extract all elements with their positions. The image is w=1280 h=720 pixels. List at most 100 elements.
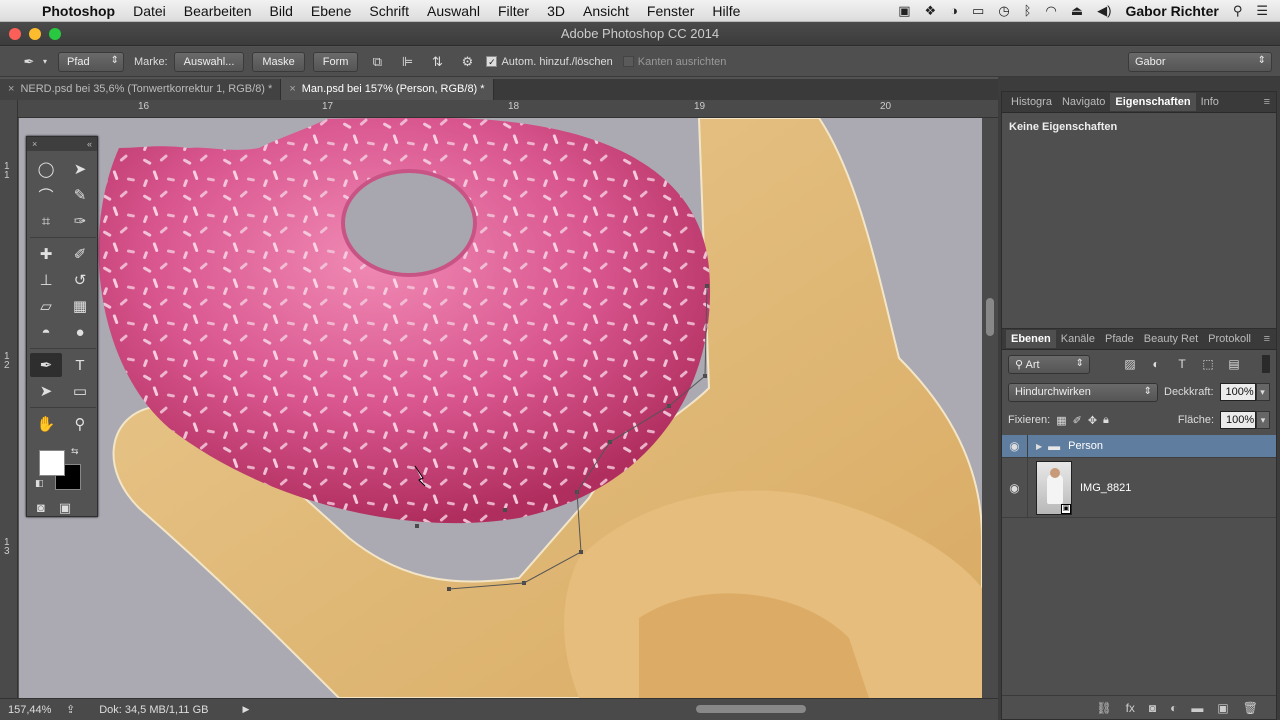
screen-mode-icon[interactable]: ▣ (59, 500, 71, 516)
smart-object-filter-icon[interactable]: ▤ (1224, 357, 1244, 371)
tab-info[interactable]: Info (1196, 93, 1224, 111)
menu-auswahl[interactable]: Auswahl (427, 3, 480, 19)
time-machine-icon[interactable]: ◷ (998, 3, 1009, 19)
eject-icon[interactable]: ⏏ (1071, 3, 1083, 19)
tab-navigator[interactable]: Navigato (1057, 93, 1110, 111)
tab-paths[interactable]: Pfade (1100, 330, 1139, 348)
adjustment-layer-icon[interactable]: ◐ (1170, 701, 1177, 715)
zoom-window-button[interactable] (49, 28, 61, 40)
path-selection-icon[interactable]: ➤ (30, 379, 62, 403)
scroll-thumb[interactable] (986, 298, 994, 336)
menu-hilfe[interactable]: Hilfe (712, 3, 740, 19)
blend-mode-select[interactable]: Hindurchwirken (1008, 382, 1158, 402)
close-icon[interactable]: × (32, 139, 37, 149)
image-canvas[interactable] (19, 118, 982, 698)
align-edges-checkbox[interactable] (622, 56, 634, 67)
spotlight-search-icon[interactable]: ⚲ (1233, 3, 1243, 19)
healing-brush-icon[interactable]: ✚ (30, 242, 62, 266)
close-window-button[interactable] (9, 28, 21, 40)
tab-layers[interactable]: Ebenen (1006, 330, 1056, 348)
hand-tool-icon[interactable]: ✋ (30, 412, 62, 436)
path-arrangement-icon[interactable]: ⇅ (426, 51, 448, 73)
gear-icon[interactable]: ⚙ (456, 51, 478, 73)
new-layer-icon[interactable]: ▣ (1217, 701, 1228, 715)
shape-button[interactable]: Form (312, 51, 359, 72)
collapse-icon[interactable]: « (87, 139, 92, 149)
airplay-icon[interactable]: ▭ (972, 3, 984, 19)
gradient-tool-icon[interactable]: ▦ (64, 294, 96, 318)
opacity-dropdown-icon[interactable]: ▾ (1255, 383, 1270, 401)
panel-menu-icon[interactable]: ≡ (1264, 96, 1276, 108)
horizontal-ruler[interactable]: 16 17 18 19 20 (18, 100, 998, 118)
tab-channels[interactable]: Kanäle (1056, 330, 1100, 348)
tab-histogram[interactable]: Histogra (1006, 93, 1057, 111)
vertical-ruler[interactable]: 1 1 1 2 1 3 (0, 100, 18, 698)
fill-dropdown-icon[interactable]: ▾ (1256, 411, 1270, 429)
layer-row-group[interactable]: ◉ ▶ ▬ Person (1002, 435, 1276, 458)
close-tab-icon[interactable]: × (8, 83, 14, 95)
eyedropper-icon[interactable]: ✑ (64, 209, 96, 233)
auto-add-delete-checkbox[interactable]: ✓ (486, 56, 498, 67)
tools-panel-header[interactable]: × « (27, 137, 97, 151)
swap-colors-icon[interactable]: ⇆ (71, 446, 79, 457)
wifi-icon[interactable]: ◠ (1045, 3, 1056, 19)
clone-stamp-icon[interactable]: ⊥ (30, 268, 62, 292)
quick-mask-icon[interactable]: ◙ (37, 500, 45, 516)
minimize-window-button[interactable] (29, 28, 41, 40)
layer-name[interactable]: IMG_8821 (1080, 482, 1131, 494)
close-tab-icon[interactable]: × (289, 83, 295, 95)
dropbox-icon[interactable]: ❖ (925, 3, 937, 19)
vertical-scrollbar[interactable] (982, 118, 998, 698)
menu-datei[interactable]: Datei (133, 3, 166, 19)
default-colors-icon[interactable]: ◧ (35, 478, 44, 489)
pixel-layer-filter-icon[interactable]: ▨ (1120, 357, 1140, 371)
notification-list-icon[interactable]: ☰ (1256, 3, 1268, 19)
link-layers-icon[interactable]: ⛓ (1096, 701, 1111, 715)
zoom-level[interactable]: 157,44% (0, 704, 58, 716)
brush-tool-icon[interactable]: ✐ (64, 242, 96, 266)
menu-bearbeiten[interactable]: Bearbeiten (184, 3, 252, 19)
zoom-tool-icon[interactable]: ⚲ (64, 412, 96, 436)
pen-tool-icon[interactable]: ✒ (30, 353, 62, 377)
lasso-tool-icon[interactable]: ⌒ (30, 183, 62, 207)
workspace-select[interactable]: Gabor (1128, 52, 1272, 72)
tab-beauty-retouch[interactable]: Beauty Ret (1139, 330, 1203, 348)
menu-schrift[interactable]: Schrift (369, 3, 409, 19)
lock-all-icon[interactable]: 🔒︎ (1103, 414, 1109, 427)
layer-name[interactable]: Person (1068, 440, 1103, 452)
move-tool-icon[interactable]: ➤ (64, 157, 96, 181)
menu-bild[interactable]: Bild (270, 3, 293, 19)
sync-icon[interactable]: ◑ (950, 3, 958, 18)
panel-menu-icon[interactable]: ≡ (1264, 333, 1276, 345)
dodge-tool-icon[interactable]: ● (64, 320, 96, 344)
volume-icon[interactable]: ◀) (1097, 3, 1111, 19)
opacity-input[interactable]: 100% (1219, 383, 1256, 401)
foreground-color-swatch[interactable] (39, 450, 65, 476)
pen-mode-select[interactable]: Pfad (58, 51, 124, 72)
user-name[interactable]: Gabor Richter (1125, 3, 1218, 19)
path-operations-icon[interactable]: ⧉ (366, 51, 388, 73)
visibility-eye-icon[interactable]: ◉ (1002, 458, 1028, 517)
status-menu-arrow-icon[interactable]: ▶ (242, 704, 249, 715)
blur-tool-icon[interactable]: ◓ (30, 320, 62, 344)
layer-filter-select[interactable]: ⚲ Art (1008, 354, 1090, 374)
add-mask-icon[interactable]: ◙ (1149, 701, 1156, 715)
crop-tool-icon[interactable]: ⌗ (30, 209, 62, 233)
mask-button[interactable]: Maske (252, 51, 305, 72)
mail-status-icon[interactable]: ▣ (898, 3, 910, 19)
rectangle-tool-icon[interactable]: ▭ (64, 379, 96, 403)
path-alignment-icon[interactable]: ⊫ (396, 51, 418, 73)
type-filter-icon[interactable]: T (1172, 357, 1192, 371)
lock-pixels-icon[interactable]: ✐ (1073, 414, 1082, 427)
lock-transparency-icon[interactable]: ▦ (1056, 414, 1066, 427)
menu-3d[interactable]: 3D (547, 3, 565, 19)
expand-group-icon[interactable]: ▶ (1036, 442, 1042, 451)
chevron-down-icon[interactable]: ▾ (40, 51, 50, 73)
new-group-icon[interactable]: ▬ (1191, 701, 1203, 715)
menu-ebene[interactable]: Ebene (311, 3, 351, 19)
elliptical-marquee-icon[interactable]: ◯ (30, 157, 62, 181)
lock-position-icon[interactable]: ✥ (1088, 414, 1097, 427)
delete-layer-icon[interactable]: 🗑︎ (1243, 701, 1258, 715)
document-tab-man[interactable]: × Man.psd bei 157% (Person, RGB/8) * (281, 79, 494, 100)
app-menu-photoshop[interactable]: Photoshop (42, 3, 115, 19)
